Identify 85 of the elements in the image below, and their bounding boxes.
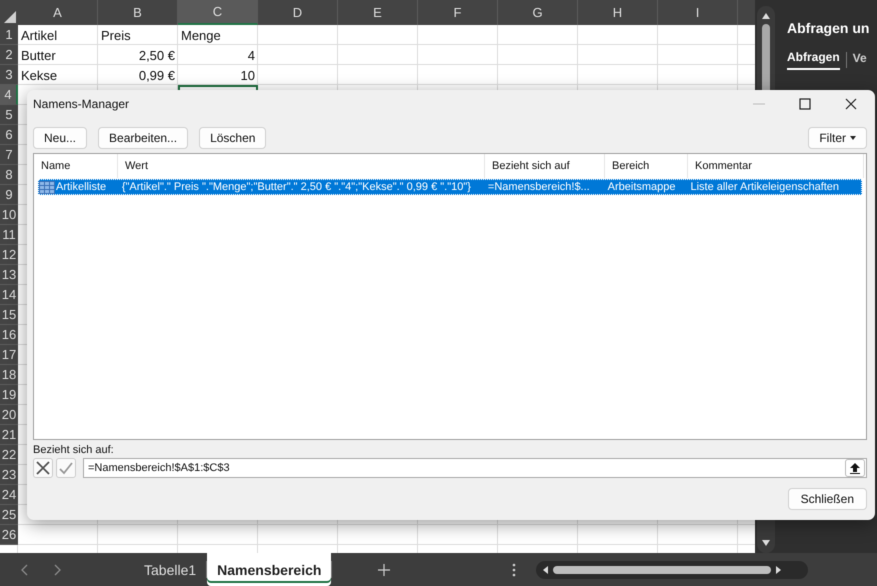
row-header[interactable]: 2 — [0, 45, 18, 65]
scope-text: Arbeitsmappe — [606, 180, 677, 195]
column-header[interactable]: C — [178, 0, 258, 25]
column-header[interactable]: A — [18, 0, 98, 25]
pane-title: Abfragen un — [787, 20, 870, 36]
row-header[interactable]: 10 — [0, 205, 18, 225]
plus-icon[interactable] — [378, 564, 390, 576]
reference-text: =Namensbereich!$... — [486, 180, 591, 195]
row-header[interactable]: 18 — [0, 365, 18, 385]
column-header[interactable]: G — [498, 0, 578, 25]
table-cell: Menge — [181, 28, 221, 42]
row-header[interactable]: 11 — [0, 225, 18, 245]
column-header[interactable]: F — [418, 0, 498, 25]
name-text: Artikelliste — [56, 181, 106, 193]
table-icon — [39, 180, 55, 194]
table-cell: Butter — [21, 48, 56, 62]
row-header[interactable]: 22 — [0, 445, 18, 465]
pane-tab[interactable]: Abfragen — [787, 50, 840, 70]
scroll-down-icon[interactable] — [761, 539, 771, 547]
row-header[interactable]: 9 — [0, 185, 18, 205]
scroll-left-icon[interactable] — [542, 564, 550, 574]
comment-text: Liste aller Artikeleigenschaften — [689, 180, 840, 195]
column-header[interactable]: Bezieht sich auf — [485, 154, 605, 178]
dialog-button[interactable]: Löschen — [199, 127, 266, 149]
dialog-title: Namens-Manager — [33, 97, 130, 111]
reference-field[interactable]: =Namensbereich!$A$1:$C$3 — [83, 458, 867, 478]
row-header[interactable]: 17 — [0, 345, 18, 365]
name-row[interactable]: Artikelliste {"Artikel"." Preis "."Menge";"Butter"." 2,50 € "."4";"Kekse"." 0,99 € "."10"} =Namensbereich!$... Arbeitsmappe Liste aller Artikeleigenschaften — [38, 179, 862, 195]
column-header[interactable]: Wert — [118, 154, 485, 178]
column-header[interactable]: I — [658, 0, 738, 25]
column-header[interactable]: Kommentar — [688, 154, 864, 178]
row-header[interactable]: 3 — [0, 65, 18, 85]
dialog-button[interactable]: Neu... — [33, 127, 88, 149]
close-button[interactable]: Schließen — [788, 488, 867, 510]
row-header[interactable]: 1 — [0, 25, 18, 45]
pane-tab[interactable]: Ve — [852, 51, 867, 69]
row-header[interactable]: 16 — [0, 325, 18, 345]
sheet-tab[interactable]: Namensbereich — [207, 553, 332, 586]
row-header[interactable]: 6 — [0, 125, 18, 145]
row-header[interactable]: 14 — [0, 285, 18, 305]
scroll-up-icon[interactable] — [761, 12, 771, 20]
select-all-icon[interactable] — [4, 11, 16, 23]
close-icon[interactable] — [845, 98, 857, 110]
scroll-right-icon[interactable] — [775, 564, 782, 574]
row-header[interactable]: 19 — [0, 385, 18, 405]
horizontal-scrollbar[interactable] — [536, 560, 808, 578]
row-header[interactable]: 26 — [0, 525, 18, 545]
column-header[interactable]: H — [578, 0, 658, 25]
table-cell: 2,50 € — [138, 48, 175, 62]
row-header[interactable]: 13 — [0, 265, 18, 285]
table-cell: Kekse — [21, 68, 58, 82]
column-header[interactable]: E — [338, 0, 418, 25]
chevron-right-icon[interactable] — [52, 564, 62, 576]
table-cell: 10 — [240, 68, 255, 82]
collapse-dialog-icon[interactable] — [845, 459, 865, 477]
table-cell: 4 — [248, 48, 255, 62]
row-header[interactable]: 24 — [0, 485, 18, 505]
row-header[interactable]: 5 — [0, 105, 18, 125]
table-cell: Preis — [101, 28, 131, 42]
checkmark-icon[interactable] — [56, 458, 76, 478]
filter-button[interactable]: Filter — [808, 127, 867, 149]
row-header[interactable]: 23 — [0, 465, 18, 485]
row-header[interactable]: 8 — [0, 165, 18, 185]
sheet-tab[interactable]: Tabelle1 — [134, 553, 206, 586]
column-header[interactable]: Bereich — [605, 154, 688, 178]
field-label: Bezieht sich auf: — [33, 444, 115, 456]
dialog-button[interactable]: Bearbeiten... — [98, 127, 188, 149]
row-header[interactable]: 4 — [0, 85, 18, 105]
maximize-icon[interactable] — [799, 98, 811, 110]
table-cell: Artikel — [21, 28, 58, 42]
chevron-left-icon[interactable] — [20, 564, 30, 576]
caret-icon — [850, 136, 856, 140]
row-header[interactable]: 7 — [0, 145, 18, 165]
row-header[interactable]: 20 — [0, 405, 18, 425]
column-header[interactable]: D — [258, 0, 338, 25]
scroll-thumb[interactable] — [553, 566, 772, 574]
more-options-icon[interactable] — [512, 562, 516, 576]
cancel-icon[interactable] — [33, 458, 53, 478]
row-header[interactable]: 21 — [0, 425, 18, 445]
row-header[interactable]: 12 — [0, 245, 18, 265]
row-header[interactable]: 25 — [0, 505, 18, 525]
column-header[interactable]: Name — [34, 154, 118, 178]
row-header[interactable]: 15 — [0, 305, 18, 325]
table-cell: 0,99 € — [138, 68, 175, 82]
value-text: {"Artikel"." Preis "."Menge";"Butter"." 2,50 € "."4";"Kekse"." 0,99 € "."10"} — [120, 180, 472, 195]
